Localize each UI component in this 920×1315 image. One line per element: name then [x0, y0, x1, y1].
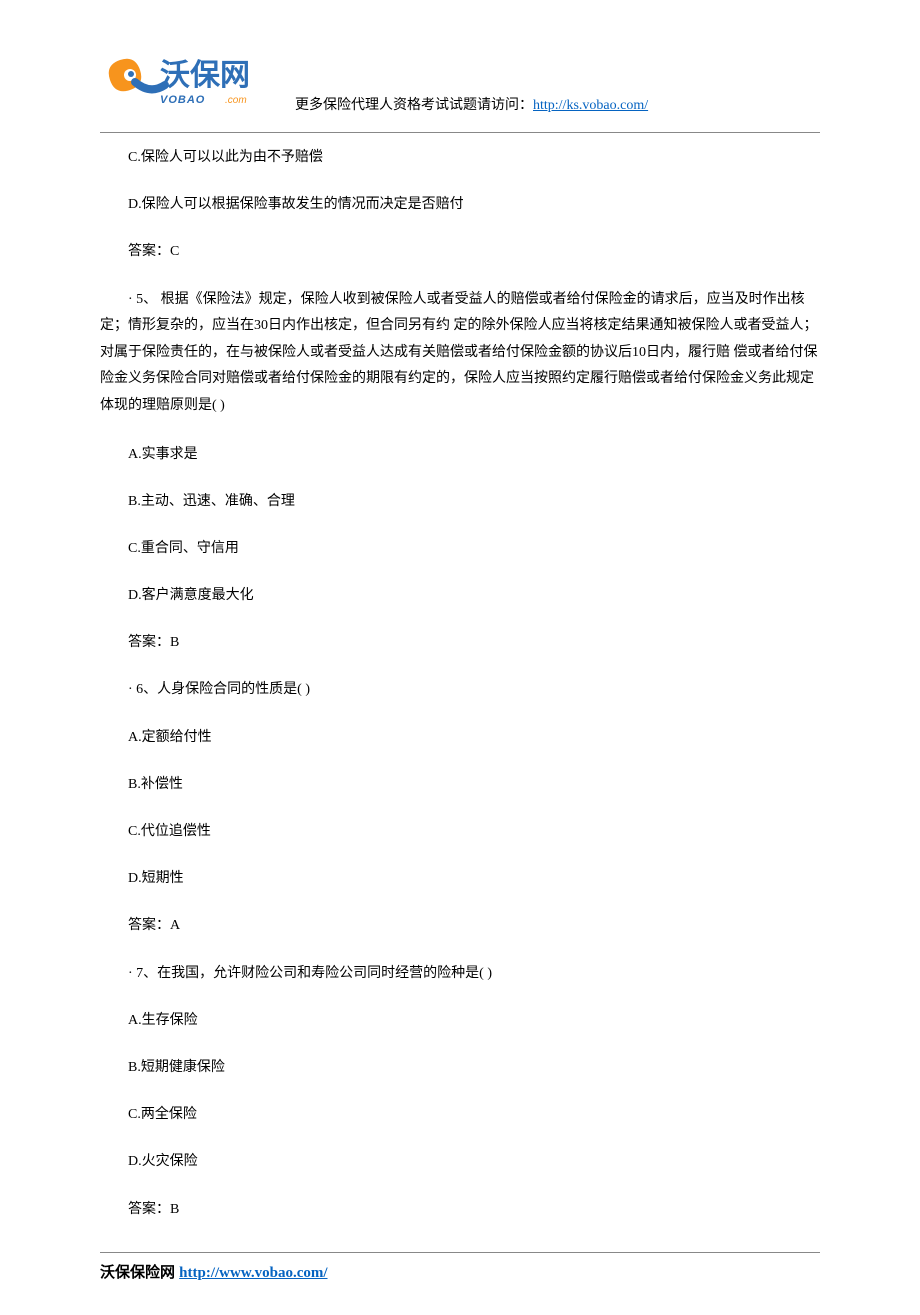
footer-prefix: 沃保保险网 [100, 1264, 179, 1281]
q7-option-d: D.火灾保险 [100, 1149, 820, 1174]
footer-link[interactable]: http://www.vobao.com/ [179, 1265, 327, 1281]
option-c: C.保险人可以以此为由不予赔偿 [100, 145, 820, 170]
q5-answer: 答案：B [100, 630, 820, 655]
page-footer-wrap: 沃保保险网 http://www.vobao.com/ [100, 1252, 820, 1285]
vobao-logo: 沃保网 VOBAO .com [100, 50, 285, 120]
q6-option-d: D.短期性 [100, 866, 820, 891]
question-5: · 5、 根据《保险法》规定，保险人收到被保险人或者受益人的赔偿或者给付保险金的… [100, 287, 820, 420]
svg-text:沃保网: 沃保网 [160, 59, 250, 92]
q6-option-b: B.补偿性 [100, 772, 820, 797]
header-prefix: 更多保险代理人资格考试试题请访问： [295, 98, 533, 113]
header-link[interactable]: http://ks.vobao.com/ [533, 98, 648, 113]
page-header: 沃保网 VOBAO .com 更多保险代理人资格考试试题请访问：http://k… [100, 50, 820, 120]
svg-text:VOBAO: VOBAO [160, 94, 205, 106]
q7-answer: 答案：B [100, 1197, 820, 1222]
header-text: 更多保险代理人资格考试试题请访问：http://ks.vobao.com/ [295, 95, 648, 120]
header-divider [100, 132, 820, 133]
q6-answer: 答案：A [100, 913, 820, 938]
footer-divider [100, 1252, 820, 1253]
document-content: C.保险人可以以此为由不予赔偿 D.保险人可以根据保险事故发生的情况而决定是否赔… [100, 145, 820, 1222]
q7-option-b: B.短期健康保险 [100, 1055, 820, 1080]
q5-option-d: D.客户满意度最大化 [100, 583, 820, 608]
option-d: D.保险人可以根据保险事故发生的情况而决定是否赔付 [100, 192, 820, 217]
question-6: · 6、人身保险合同的性质是( ) [100, 677, 820, 702]
question-7: · 7、在我国，允许财险公司和寿险公司同时经营的险种是( ) [100, 961, 820, 986]
page-footer: 沃保保险网 http://www.vobao.com/ [100, 1261, 820, 1285]
q6-option-c: C.代位追偿性 [100, 819, 820, 844]
q5-option-a: A.实事求是 [100, 442, 820, 467]
answer: 答案：C [100, 239, 820, 264]
svg-text:.com: .com [225, 95, 247, 106]
q7-option-c: C.两全保险 [100, 1102, 820, 1127]
q6-option-a: A.定额给付性 [100, 725, 820, 750]
q5-option-c: C.重合同、守信用 [100, 536, 820, 561]
q7-option-a: A.生存保险 [100, 1008, 820, 1033]
q5-option-b: B.主动、迅速、准确、合理 [100, 489, 820, 514]
